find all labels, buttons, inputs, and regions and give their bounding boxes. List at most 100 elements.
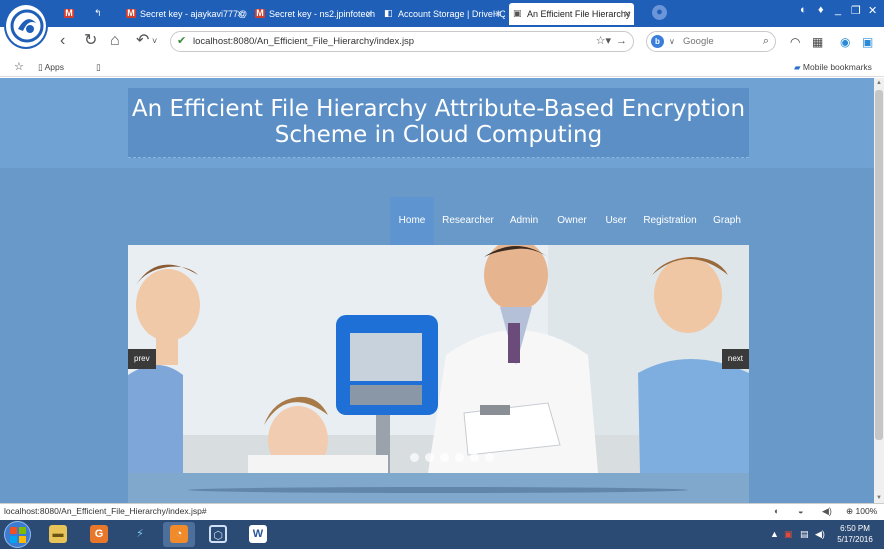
tab-secret-key-ns2[interactable]: M Secret key - ns2.jpinfotech ✕ bbox=[251, 3, 376, 25]
page-scrollbar[interactable]: ▲ ▼ bbox=[874, 78, 884, 503]
wps-icon: G bbox=[90, 525, 108, 543]
close-icon[interactable]: ✕ bbox=[494, 3, 502, 25]
bookmark-apps[interactable]: ▯ Apps bbox=[38, 60, 64, 74]
chevron-down-icon[interactable]: ∨ bbox=[669, 32, 675, 51]
minimize-icon[interactable]: _ bbox=[835, 4, 841, 16]
slider-next-button[interactable]: next bbox=[721, 349, 749, 369]
apps-grid-icon[interactable]: ▦ bbox=[812, 35, 823, 49]
close-icon[interactable]: ✕ bbox=[623, 3, 631, 25]
skin-icon[interactable]: ◐ bbox=[800, 4, 807, 16]
address-url[interactable]: localhost:8080/An_Efficient_File_Hierarc… bbox=[193, 32, 414, 51]
tray-network-icon[interactable]: ▤ bbox=[800, 529, 809, 540]
nav-item-user[interactable]: User bbox=[602, 197, 630, 245]
tab-efficient-file-hierarchy[interactable]: ▣ An Efficient File Hierarchy ✕ bbox=[509, 3, 634, 25]
reload-icon[interactable]: ↻ bbox=[84, 31, 97, 51]
taskbar-word[interactable]: W bbox=[242, 522, 274, 547]
go-arrow-icon[interactable]: → bbox=[616, 32, 627, 51]
tab-account-storage[interactable]: ◧ Account Storage | DriveHQ ✕ bbox=[380, 3, 505, 25]
slider-prev-button[interactable]: prev bbox=[128, 349, 156, 369]
windows-taskbar: ▬ G ⚡ ◔ ⬡ W ▲ ▣ ▤ ◀) 6:50 PM 5/17/2016 bbox=[0, 520, 884, 549]
browser-logo-icon[interactable] bbox=[4, 3, 48, 49]
restore-icon[interactable]: ❐ bbox=[851, 4, 861, 17]
home-icon[interactable]: ⌂ bbox=[110, 31, 120, 51]
search-bar[interactable]: b ∨ ⌕ bbox=[646, 31, 776, 52]
slider-shadow-panel bbox=[128, 473, 749, 503]
close-icon[interactable]: ✕ bbox=[365, 3, 373, 25]
nav-item-researcher[interactable]: Researcher bbox=[440, 197, 496, 245]
slider-dot[interactable] bbox=[425, 453, 434, 462]
scroll-up-icon[interactable]: ▲ bbox=[874, 80, 884, 86]
new-tab-button[interactable]: ● bbox=[652, 5, 667, 20]
browser-tab-bar: M ↰ M Secret key - ajaykavi777@ ✕ M Secr… bbox=[0, 0, 884, 49]
nav-item-owner[interactable]: Owner bbox=[554, 197, 590, 245]
tray-volume-icon[interactable]: ◀) bbox=[815, 529, 825, 540]
star-icon[interactable]: ☆ bbox=[14, 60, 24, 74]
taskbar-virtualbox[interactable]: ⬡ bbox=[202, 522, 234, 547]
tab-secret-key-ajay[interactable]: M Secret key - ajaykavi777@ ✕ bbox=[122, 3, 247, 25]
browser-toolbar: ‹ ↻ ⌂ ↶ ˅ ✔ localhost:8080/An_Efficient_… bbox=[0, 27, 884, 57]
page-icon: ▯ bbox=[38, 62, 43, 72]
nav-item-registration[interactable]: Registration bbox=[642, 197, 698, 245]
tab-gmail[interactable]: M bbox=[60, 3, 88, 25]
scroll-down-icon[interactable]: ▼ bbox=[874, 495, 884, 501]
nav-item-admin[interactable]: Admin bbox=[506, 197, 542, 245]
doctor-patient-photo bbox=[128, 245, 749, 473]
gmail-icon: M bbox=[64, 8, 74, 18]
browser-icon: ◔ bbox=[170, 525, 188, 543]
mail-reply-icon: ↰ bbox=[94, 8, 102, 18]
nav-item-home[interactable]: Home bbox=[390, 197, 434, 245]
back-icon[interactable]: ‹ bbox=[60, 31, 65, 51]
tray-expand-icon[interactable]: ▲ bbox=[770, 529, 779, 539]
cube-icon: ⬡ bbox=[209, 525, 227, 543]
folder-icon: ▰ bbox=[794, 62, 801, 72]
slider-shadow bbox=[188, 487, 688, 493]
close-window-icon[interactable]: ✕ bbox=[868, 4, 877, 17]
bookmark-star-icon[interactable]: ☆▾ bbox=[596, 32, 611, 51]
search-input[interactable] bbox=[683, 34, 753, 49]
shirt-icon[interactable]: ♦ bbox=[818, 4, 824, 16]
nav-item-graph[interactable]: Graph bbox=[710, 197, 744, 245]
undo-icon[interactable]: ↶ bbox=[136, 31, 149, 51]
status-url: localhost:8080/An_Efficient_File_Hierarc… bbox=[4, 506, 207, 516]
image-slider: prev next bbox=[128, 245, 749, 473]
taskbar-explorer[interactable]: ▬ bbox=[42, 522, 74, 547]
lightning-icon: ⚡ bbox=[131, 525, 149, 543]
browser-status-bar: localhost:8080/An_Efficient_File_Hierarc… bbox=[0, 503, 884, 520]
bookmark-page-icon[interactable]: ▯ bbox=[96, 60, 101, 74]
gmail-icon: M bbox=[126, 8, 136, 18]
windows-logo-icon bbox=[10, 527, 26, 543]
start-button[interactable] bbox=[4, 521, 31, 548]
wifi-icon[interactable]: ◠ bbox=[790, 35, 800, 49]
taskbar-wps[interactable]: G bbox=[83, 522, 115, 547]
slider-dot[interactable] bbox=[470, 453, 479, 462]
night-mode-icon[interactable]: ◐ bbox=[774, 506, 779, 516]
close-icon[interactable]: ✕ bbox=[236, 3, 244, 25]
address-bar[interactable]: ✔ localhost:8080/An_Efficient_File_Hiera… bbox=[170, 31, 634, 52]
chevron-down-icon[interactable]: ˅ bbox=[152, 31, 157, 51]
menu-icon[interactable]: ▣ bbox=[862, 35, 873, 49]
zoom-level[interactable]: ⊕ 100% bbox=[846, 506, 877, 517]
slider-dot[interactable] bbox=[485, 453, 494, 462]
drivehq-icon: ◧ bbox=[384, 8, 393, 18]
network-icon[interactable]: ◒ bbox=[798, 506, 803, 516]
folder-icon: ▬ bbox=[49, 525, 67, 543]
sound-icon[interactable]: ◀) bbox=[822, 506, 832, 517]
slider-dot[interactable] bbox=[410, 453, 419, 462]
taskbar-browser[interactable]: ◔ bbox=[163, 522, 195, 547]
search-engine-icon[interactable]: b bbox=[651, 35, 664, 48]
site-header: An Efficient File Hierarchy Attribute-Ba… bbox=[128, 88, 749, 158]
system-clock[interactable]: 6:50 PM 5/17/2016 bbox=[832, 523, 878, 545]
search-icon[interactable]: ⌕ bbox=[763, 32, 769, 51]
web-page: An Efficient File Hierarchy Attribute-Ba… bbox=[0, 78, 874, 503]
taskbar-bolt-app[interactable]: ⚡ bbox=[124, 522, 156, 547]
mobile-bookmarks[interactable]: ▰ Mobile bookmarks bbox=[794, 60, 872, 74]
page-icon: ▣ bbox=[513, 8, 522, 18]
scroll-thumb[interactable] bbox=[875, 90, 883, 440]
slider-dot[interactable] bbox=[440, 453, 449, 462]
slider-dot[interactable] bbox=[455, 453, 464, 462]
word-icon: W bbox=[249, 525, 267, 543]
extension-icon[interactable]: ◉ bbox=[840, 35, 850, 49]
tab-mail-reply[interactable]: ↰ bbox=[90, 3, 118, 25]
gmail-icon: M bbox=[255, 8, 265, 18]
tray-alert-icon[interactable]: ▣ bbox=[784, 529, 793, 540]
